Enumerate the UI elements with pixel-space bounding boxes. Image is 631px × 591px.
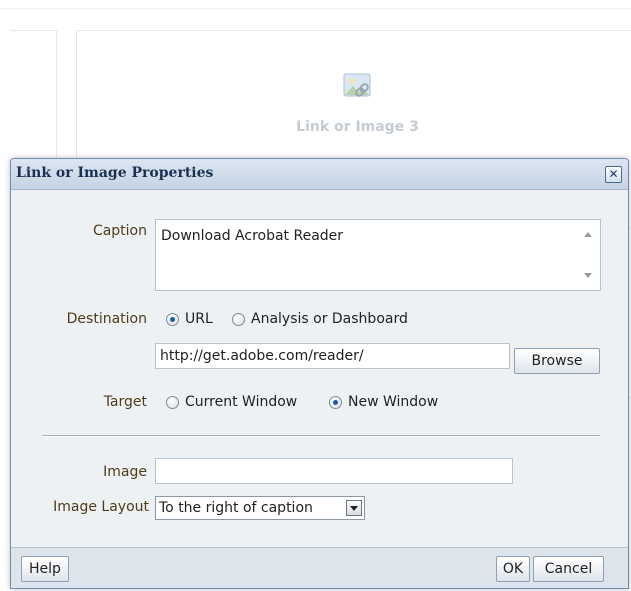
cancel-button[interactable]: Cancel: [533, 556, 604, 582]
dialog-title: Link or Image Properties: [16, 165, 214, 181]
link-image-properties-dialog: Link or Image Properties ✕ Caption Downl…: [10, 158, 629, 589]
image-input[interactable]: [155, 458, 513, 484]
image-layout-select[interactable]: To the right of caption: [155, 496, 365, 520]
ok-button[interactable]: OK: [496, 556, 530, 582]
image-link-icon[interactable]: [342, 70, 376, 104]
scroll-down-icon[interactable]: [584, 273, 592, 278]
target-label: Target: [103, 394, 147, 410]
target-current-window-label[interactable]: Current Window: [185, 394, 297, 410]
url-input[interactable]: http://get.adobe.com/reader/: [155, 343, 510, 369]
image-label: Image: [103, 464, 147, 480]
close-icon[interactable]: ✕: [605, 166, 622, 183]
placeholder-label: Link or Image 3: [296, 119, 419, 135]
dialog-titlebar[interactable]: Link or Image Properties ✕: [11, 159, 628, 190]
image-layout-value: To the right of caption: [159, 500, 313, 516]
target-new-window-label[interactable]: New Window: [348, 394, 438, 410]
target-new-window-radio[interactable]: [329, 396, 342, 409]
page-top-border: [0, 8, 631, 9]
url-value: http://get.adobe.com/reader/: [160, 348, 364, 364]
image-layout-label: Image Layout: [53, 499, 149, 515]
destination-analysis-radio[interactable]: [232, 313, 245, 326]
browse-button[interactable]: Browse: [514, 348, 600, 374]
dialog-footer: Help OK Cancel: [11, 547, 628, 588]
target-current-window-radio[interactable]: [166, 396, 179, 409]
scroll-up-icon[interactable]: [584, 232, 592, 237]
destination-label: Destination: [66, 311, 147, 327]
chevron-down-icon[interactable]: [346, 500, 362, 516]
help-button[interactable]: Help: [21, 556, 69, 582]
destination-analysis-label[interactable]: Analysis or Dashboard: [251, 311, 408, 327]
caption-textarea[interactable]: Download Acrobat Reader: [155, 219, 601, 291]
caption-value: Download Acrobat Reader: [161, 228, 344, 244]
section-divider: [42, 435, 600, 436]
caption-label: Caption: [92, 223, 147, 239]
destination-url-label[interactable]: URL: [185, 311, 213, 327]
destination-url-radio[interactable]: [166, 313, 179, 326]
